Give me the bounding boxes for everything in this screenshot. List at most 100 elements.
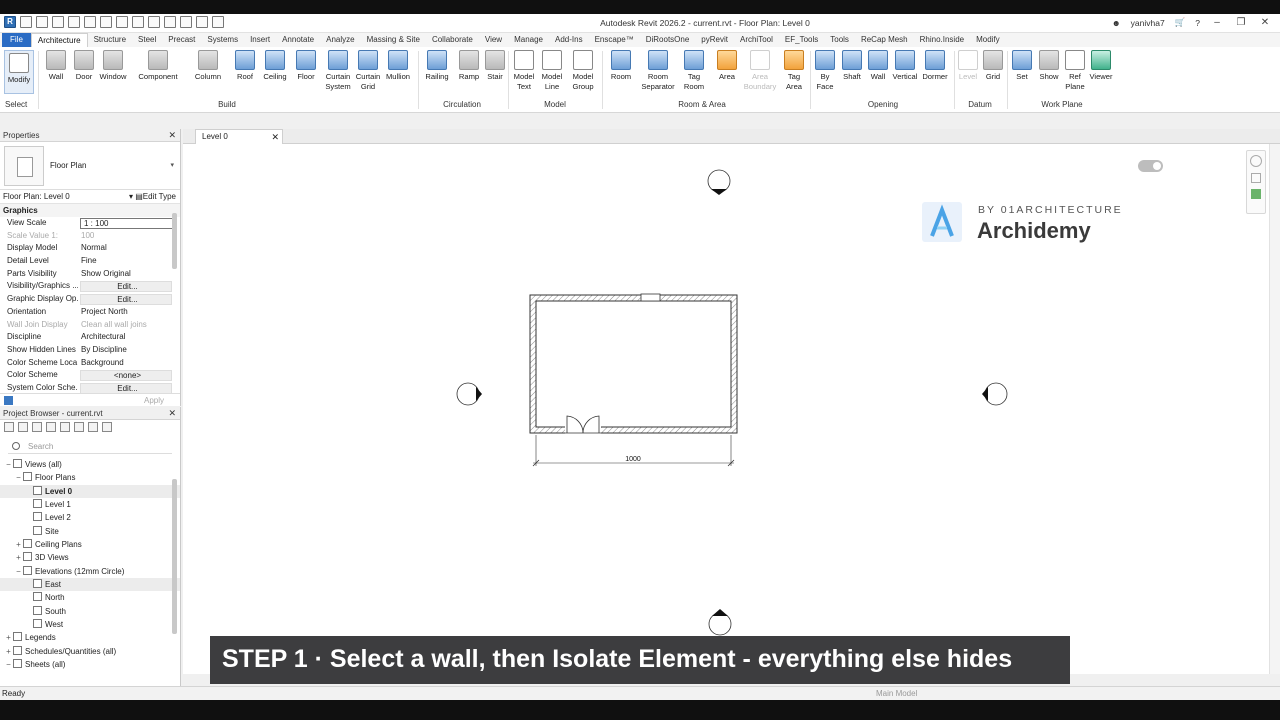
browser-node[interactable]: Level 0 (0, 484, 180, 499)
tab-recap-mesh[interactable]: ReCap Mesh (855, 33, 914, 47)
elevation-marker-west[interactable] (456, 382, 482, 406)
tab-architool[interactable]: ArchiTool (734, 33, 779, 47)
expand-icon[interactable]: + (4, 645, 13, 658)
browser-node[interactable]: East (0, 578, 180, 592)
tab-collaborate[interactable]: Collaborate (426, 33, 479, 47)
curtain-system-button[interactable]: Curtain System (323, 50, 353, 92)
tab-manage[interactable]: Manage (508, 33, 549, 47)
viewer-button[interactable]: Viewer (1088, 50, 1114, 82)
browser-node[interactable]: + Ceiling Plans (0, 538, 180, 551)
navigation-bar[interactable] (1246, 150, 1266, 214)
dormer-button[interactable]: Dormer (920, 50, 950, 82)
model-group-button[interactable]: Model Group (568, 50, 598, 92)
tag-room-button[interactable]: Tag Room (680, 50, 708, 92)
active-model[interactable]: Main Model (876, 687, 917, 701)
tab-massing-site[interactable]: Massing & Site (361, 33, 426, 47)
column-button[interactable]: Column (192, 50, 224, 82)
schedule-icon[interactable] (46, 422, 56, 432)
property-row[interactable]: Scale Value 1: 100 (0, 230, 180, 243)
property-value[interactable]: Edit... (80, 294, 172, 306)
collapse-icon[interactable]: − (4, 658, 13, 671)
zoom-fit-icon[interactable] (1251, 189, 1261, 199)
tab-structure[interactable]: Structure (88, 33, 132, 47)
ref-plane-button[interactable]: Ref Plane (1063, 50, 1087, 92)
vertical-button[interactable]: Vertical (890, 50, 920, 82)
elevation-marker-north[interactable] (707, 169, 731, 195)
toggle-switch[interactable] (1138, 160, 1163, 172)
browser-node[interactable]: − Views (all) (0, 458, 180, 471)
steering-wheel-icon[interactable] (1250, 155, 1262, 167)
ramp-button[interactable]: Ramp (456, 50, 482, 82)
grid-button[interactable]: Grid (981, 50, 1005, 82)
zoom-icon[interactable] (1251, 173, 1261, 183)
help-icon[interactable]: ? (1195, 18, 1200, 28)
model-line-button[interactable]: Model Line (539, 50, 565, 92)
elevation-marker-east[interactable] (982, 382, 1008, 406)
browser-node[interactable]: − Elevations (12mm Circle) (0, 565, 180, 578)
by-face-button[interactable]: By Face (813, 50, 837, 92)
browser-node[interactable]: Level 2 (0, 511, 180, 524)
component-button[interactable]: Component (136, 50, 180, 82)
curtain-grid-button[interactable]: Curtain Grid (354, 50, 382, 92)
view-scale-input[interactable]: 1 : 100 (80, 218, 174, 229)
railing-button[interactable]: Railing (422, 50, 452, 82)
browser-node[interactable]: +3D Views (0, 551, 180, 564)
room-button[interactable]: Room (606, 50, 636, 82)
elevation-marker-south[interactable] (708, 609, 732, 636)
tab-dirootsone[interactable]: DiRootsOne (640, 33, 696, 47)
browser-node[interactable]: Level 1 (0, 498, 180, 511)
tab-architecture[interactable]: Architecture (30, 33, 88, 47)
tab-enscape[interactable]: Enscape™ (589, 33, 640, 47)
close-icon[interactable]: ✕ (168, 407, 176, 420)
sheet-icon[interactable] (74, 422, 84, 432)
property-row[interactable]: Parts Visibility Show Original (0, 268, 180, 281)
opening-wall-button[interactable]: Wall (866, 50, 890, 82)
properties-scrollbar[interactable] (172, 213, 177, 269)
expand-icon[interactable]: + (4, 631, 13, 644)
property-row[interactable]: Show Hidden Lines By Discipline (0, 344, 180, 357)
wall-button[interactable]: Wall (44, 50, 68, 82)
room-separator-button[interactable]: Room Separator (638, 50, 678, 92)
set-button[interactable]: Set (1010, 50, 1034, 82)
properties-help-icon[interactable] (4, 396, 13, 405)
property-row[interactable]: Detail Level Fine (0, 255, 180, 268)
window-button[interactable]: Window (98, 50, 128, 82)
browser-node[interactable]: − Sheets (all) (0, 658, 180, 671)
tab-rhino-inside[interactable]: Rhino.Inside (914, 33, 970, 47)
wall-outline[interactable] (529, 294, 738, 434)
home-icon[interactable] (4, 422, 14, 432)
show-button[interactable]: Show (1036, 50, 1062, 82)
tab-annotate[interactable]: Annotate (276, 33, 320, 47)
section-icon[interactable] (32, 422, 42, 432)
browser-node[interactable]: North (0, 591, 180, 604)
tab-pyrevit[interactable]: pyRevit (695, 33, 734, 47)
expand-icon[interactable]: + (14, 551, 23, 564)
tab-precast[interactable]: Precast (162, 33, 201, 47)
tab-systems[interactable]: Systems (201, 33, 244, 47)
collapse-icon[interactable]: − (4, 458, 13, 471)
floor-button[interactable]: Floor (294, 50, 318, 82)
mullion-button[interactable]: Mullion (383, 50, 413, 82)
tab-add-ins[interactable]: Add-Ins (549, 33, 589, 47)
restore-button[interactable]: ❐ (1234, 17, 1248, 28)
cart-icon[interactable]: 🛒 (1175, 17, 1186, 28)
browser-node[interactable]: Site (0, 525, 180, 538)
window-element[interactable] (640, 293, 661, 302)
link-icon[interactable] (102, 422, 112, 432)
ceiling-button[interactable]: Ceiling (260, 50, 290, 82)
tab-level-0[interactable]: Level 0 ✕ (195, 129, 283, 144)
tab-ef-tools[interactable]: EF_Tools (779, 33, 824, 47)
roof-button[interactable]: Roof (233, 50, 257, 82)
model-text-button[interactable]: Model Text (511, 50, 537, 92)
tab-tools[interactable]: Tools (824, 33, 855, 47)
tab-insert[interactable]: Insert (244, 33, 276, 47)
property-row[interactable]: View Scale 1 : 100 (0, 217, 180, 230)
expand-icon[interactable]: + (14, 538, 23, 551)
shaft-button[interactable]: Shaft (839, 50, 865, 82)
property-row[interactable]: Orientation Project North (0, 306, 180, 319)
collapse-icon[interactable]: − (14, 471, 23, 484)
browser-node[interactable]: − Floor Plans (0, 471, 180, 484)
property-row[interactable]: Color Scheme Loca... Background (0, 357, 180, 370)
close-icon[interactable]: ✕ (271, 130, 279, 144)
browser-search-input[interactable]: Search (8, 440, 172, 454)
